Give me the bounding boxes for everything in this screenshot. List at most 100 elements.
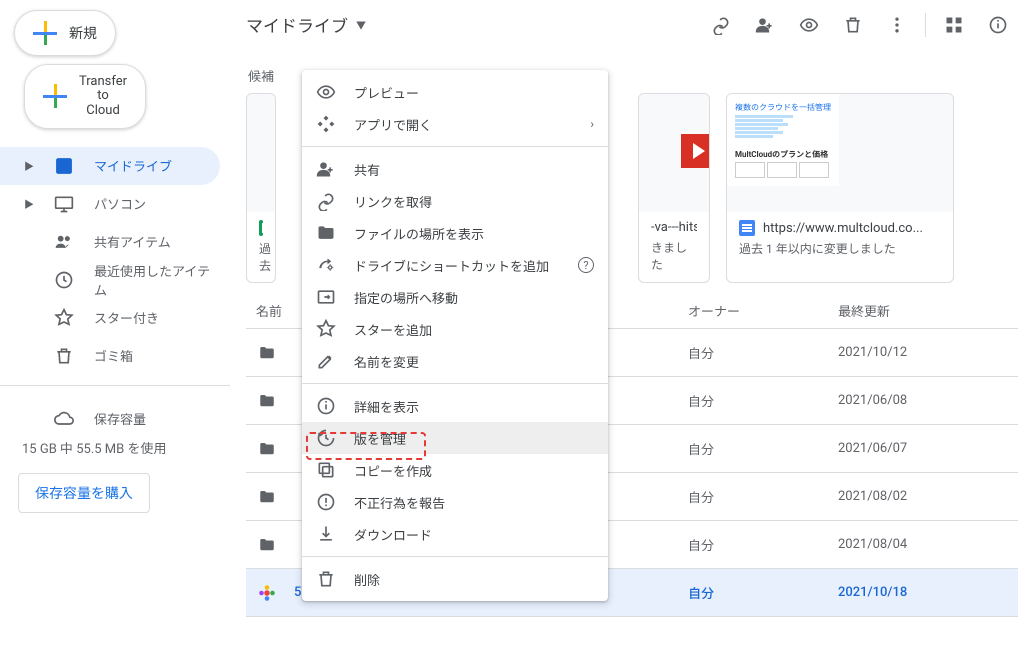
menu-label: スターを追加 [354, 320, 432, 339]
suggestion-sub: きました [651, 239, 697, 273]
menu-label: 共有 [354, 160, 380, 179]
nav-starred[interactable]: ▶ スター付き [0, 299, 220, 337]
clock-icon [54, 270, 74, 290]
nav-label: スター付き [94, 308, 159, 327]
details-button[interactable] [978, 5, 1018, 45]
file-owner: 自分 [688, 439, 838, 458]
context-menu: プレビューアプリで開く› 共有リンクを取得ファイルの場所を表示ドライブにショートカ… [302, 70, 608, 601]
image-icon [256, 582, 278, 604]
doc-preview: 複数のクラウドを一括管理 MultCloudのプランと価格 [727, 94, 839, 186]
menu-report[interactable]: 不正行為を報告 [302, 486, 608, 518]
transfer-to-cloud-button[interactable]: TransfertoCloud [24, 64, 146, 129]
menu-label: ダウンロード [354, 525, 432, 544]
person-add-icon [316, 159, 336, 179]
delete-button[interactable] [833, 5, 873, 45]
menu-download[interactable]: ダウンロード [302, 518, 608, 550]
more-icon [887, 15, 907, 35]
nav-storage[interactable]: ▶ 保存容量 [0, 400, 220, 438]
nav-computers[interactable]: ▶ パソコン [0, 185, 220, 223]
report-icon [316, 492, 336, 512]
nav-label: 最近使用したアイテム [94, 261, 220, 299]
more-button[interactable] [877, 5, 917, 45]
drive-icon [54, 156, 74, 176]
copy-icon [316, 460, 336, 480]
suggestion-sub: 過去 1 年以内に変更しました [739, 240, 941, 257]
folder-icon [256, 344, 278, 362]
caret-icon: ▶ [24, 196, 34, 211]
suggestion-title: https://www.multcloud.co... [763, 221, 923, 236]
trash-icon [316, 569, 336, 589]
link-icon [711, 15, 731, 35]
nav-label: ゴミ箱 [94, 346, 133, 365]
menu-rename[interactable]: 名前を変更 [302, 345, 608, 377]
col-modified[interactable]: 最終更新 [838, 301, 1018, 320]
rename-icon [316, 351, 336, 371]
star-icon [316, 319, 336, 339]
help-icon[interactable]: ? [578, 257, 594, 273]
nav-recent[interactable]: ▶ 最近使用したアイテム [0, 261, 220, 299]
folder-icon [256, 488, 278, 506]
menu-separator [302, 556, 608, 557]
sidebar: 新規 TransfertoCloud ▶ マイドライブ ▶ パソコン ▶ 共有ア… [0, 0, 230, 658]
submenu-arrow-icon: › [590, 117, 594, 131]
nav-trash[interactable]: ▶ ゴミ箱 [0, 337, 220, 375]
share-button[interactable] [745, 5, 785, 45]
menu-copy[interactable]: コピーを作成 [302, 454, 608, 486]
menu-separator [302, 146, 608, 147]
menu-shortcut[interactable]: ドライブにショートカットを追加? [302, 249, 608, 281]
nav-list: ▶ マイドライブ ▶ パソコン ▶ 共有アイテム ▶ 最近使用したアイテム ▶ [0, 147, 230, 375]
suggestion-card-partial[interactable]: 過去 [246, 93, 276, 283]
grid-icon [944, 15, 964, 35]
new-button[interactable]: 新規 [14, 10, 116, 56]
menu-star[interactable]: スターを追加 [302, 313, 608, 345]
trash-icon [54, 346, 74, 366]
menu-label: リンクを取得 [354, 192, 432, 211]
download-icon [316, 524, 336, 544]
file-owner: 自分 [688, 487, 838, 506]
eye-icon [799, 15, 819, 35]
info-icon [316, 396, 336, 416]
toolbar [701, 5, 1018, 45]
menu-label: 不正行為を報告 [354, 493, 445, 512]
col-owner[interactable]: オーナー [688, 301, 838, 320]
file-owner: 自分 [688, 535, 838, 554]
menu-open-with[interactable]: アプリで開く› [302, 108, 608, 140]
star-icon [54, 308, 74, 328]
get-link-button[interactable] [701, 5, 741, 45]
menu-info[interactable]: 詳細を表示 [302, 390, 608, 422]
menu-label: 指定の場所へ移動 [354, 288, 458, 307]
menu-label: 名前を変更 [354, 352, 419, 371]
nav-shared[interactable]: ▶ 共有アイテム [0, 223, 220, 261]
menu-label: コピーを作成 [354, 461, 432, 480]
nav-label: パソコン [94, 194, 146, 213]
folder-icon [256, 392, 278, 410]
grid-view-button[interactable] [934, 5, 974, 45]
suggestion-card-2[interactable]: 複数のクラウドを一括管理 MultCloudのプランと価格 https://ww… [726, 93, 954, 283]
dropdown-icon: ▼ [356, 17, 366, 32]
menu-folder[interactable]: ファイルの場所を表示 [302, 217, 608, 249]
file-owner: 自分 [688, 583, 838, 602]
menu-history[interactable]: 版を管理 [302, 422, 608, 454]
suggestion-card-1[interactable]: -va---hits-nrj-... きました [638, 93, 710, 283]
menu-move[interactable]: 指定の場所へ移動 [302, 281, 608, 313]
new-button-label: 新規 [69, 23, 97, 43]
menu-eye[interactable]: プレビュー [302, 76, 608, 108]
main-header: マイドライブ ▼ [246, 0, 1018, 50]
breadcrumb[interactable]: マイドライブ ▼ [246, 12, 366, 37]
nav-my-drive[interactable]: ▶ マイドライブ [0, 147, 220, 185]
separator [925, 13, 926, 37]
folder-icon [316, 223, 336, 243]
menu-person-add[interactable]: 共有 [302, 153, 608, 185]
breadcrumb-label: マイドライブ [246, 12, 348, 37]
menu-label: ファイルの場所を表示 [354, 224, 484, 243]
suggestion-sub: 過去 [259, 240, 263, 274]
preview-button[interactable] [789, 5, 829, 45]
file-owner: 自分 [688, 343, 838, 362]
suggestion-title: -va---hits-nrj-... [651, 220, 697, 235]
menu-label: プレビュー [354, 83, 419, 102]
menu-link[interactable]: リンクを取得 [302, 185, 608, 217]
storage-label: 保存容量 [94, 409, 146, 428]
buy-storage-button[interactable]: 保存容量を購入 [18, 473, 150, 513]
menu-trash[interactable]: 削除 [302, 563, 608, 595]
eye-icon [316, 82, 336, 102]
